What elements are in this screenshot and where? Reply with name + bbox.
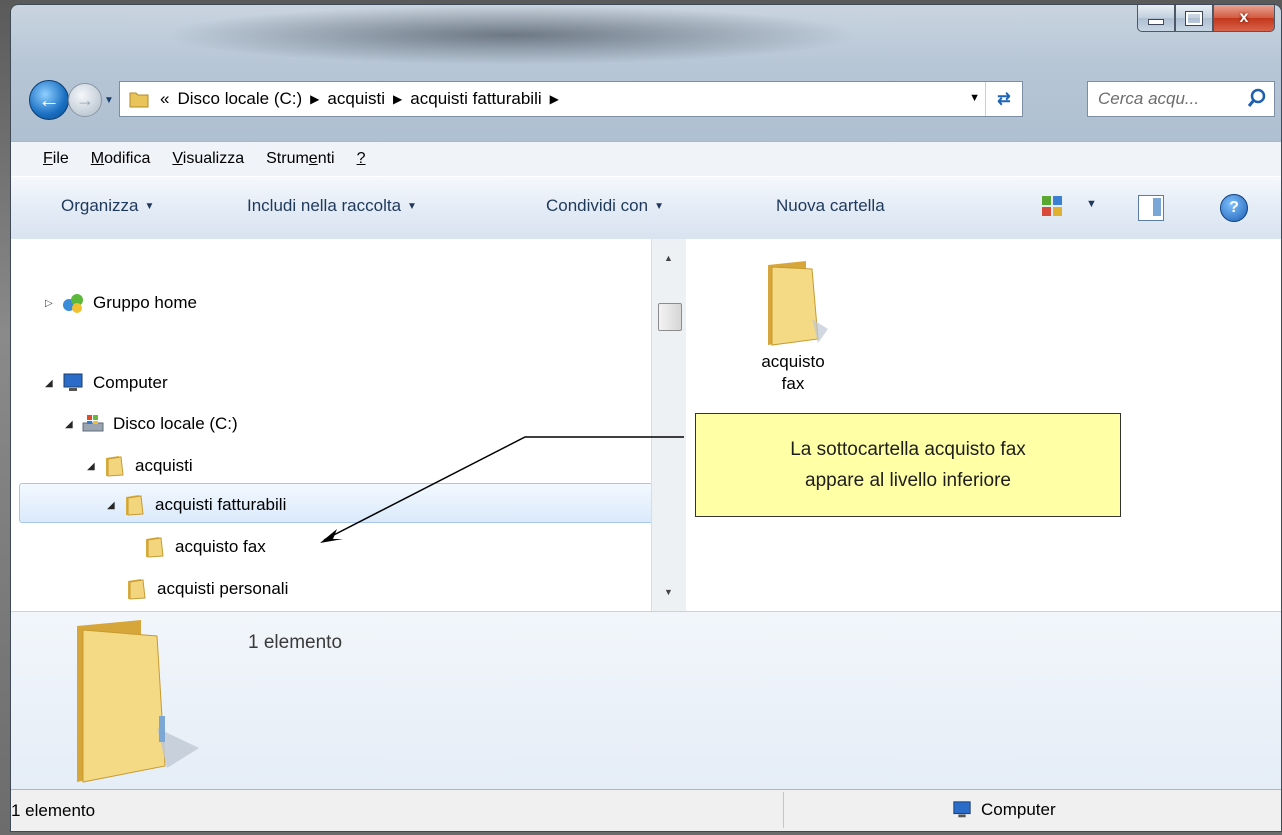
collapse-arrow-icon[interactable]: ◢	[45, 378, 57, 389]
forward-arrow-icon: →	[76, 90, 94, 110]
folder-icon	[146, 537, 164, 558]
back-arrow-icon: ←	[38, 87, 60, 112]
computer-icon	[953, 801, 971, 818]
breadcrumb-acquisti-fatturabili[interactable]: acquisti fatturabili	[410, 89, 541, 109]
tree-item-disco-locale[interactable]: ◢ Disco locale (C:)	[65, 413, 238, 435]
menu-modifica[interactable]: Modifica	[91, 150, 151, 168]
breadcrumb-acquisti[interactable]: acquisti	[327, 89, 385, 109]
navigation-bar: ← → ▼ « Disco locale (C:) ▶ acquisti ▶ a…	[11, 75, 1281, 125]
dropdown-icon: ▼	[144, 201, 155, 212]
help-icon[interactable]: ?	[1220, 194, 1248, 222]
status-divider	[783, 792, 784, 828]
scrollbar-thumb[interactable]	[658, 303, 682, 331]
overflow-chevron[interactable]: «	[160, 89, 169, 109]
tree-item-label: acquisto fax	[175, 537, 266, 556]
address-dropdown-icon[interactable]: ▼	[969, 92, 980, 104]
file-item-acquisto-fax[interactable]: acquisto fax	[738, 259, 848, 395]
nuova-cartella-button[interactable]: Nuova cartella	[776, 196, 885, 216]
back-button[interactable]: ←	[29, 80, 69, 120]
close-button[interactable]: x	[1213, 5, 1275, 32]
window-caption-buttons: x	[1137, 5, 1275, 32]
organizza-button[interactable]: Organizza ▼	[61, 196, 154, 216]
folder-icon	[128, 579, 146, 600]
file-item-label-line2: fax	[781, 374, 805, 393]
status-location-label: Computer	[981, 800, 1056, 819]
large-folder-icon	[77, 620, 199, 783]
dropdown-icon: ▼	[654, 201, 664, 212]
homegroup-icon	[63, 294, 83, 313]
breadcrumb: Disco locale (C:) ▶ acquisti ▶ acquisti …	[177, 89, 566, 109]
explorer-window: x ← → ▼ « Disco locale (C:) ▶ acquisti ▶…	[10, 4, 1282, 832]
minimize-button[interactable]	[1137, 5, 1175, 32]
tree-item-label: acquisti fatturabili	[155, 495, 287, 514]
address-bar[interactable]: « Disco locale (C:) ▶ acquisti ▶ acquist…	[119, 81, 1023, 117]
maximize-icon	[1185, 10, 1203, 26]
details-item-count: 1 elemento	[248, 632, 343, 653]
file-item-label-line1: acquisto	[761, 352, 825, 371]
search-icon[interactable]	[1246, 87, 1268, 109]
tree-item-acquisto-fax[interactable]: acquisto fax	[139, 535, 266, 559]
tree-item-acquisti-fatturabili[interactable]: ◢ acquisti fatturabili	[107, 493, 286, 517]
collapse-arrow-icon[interactable]: ◢	[87, 461, 99, 472]
refresh-icon: ⇄	[997, 91, 1011, 108]
navigation-scrollbar[interactable]: ▲ ▼	[651, 239, 686, 611]
annotation-callout: La sottocartella acquisto fax appare al …	[695, 413, 1121, 517]
tree-item-label: Gruppo home	[93, 293, 197, 312]
collapse-arrow-icon[interactable]: ◢	[65, 419, 77, 430]
callout-line2: appare al livello inferiore	[805, 470, 1011, 491]
condividi-con-button[interactable]: Condividi con ▼	[546, 196, 664, 216]
command-bar: Organizza ▼ Includi nella raccolta ▼ Condi…	[11, 176, 1281, 240]
collapse-arrow-icon[interactable]: ◢	[107, 500, 119, 511]
tree-item-computer[interactable]: ◢ Computer	[45, 372, 168, 394]
menu-strumenti[interactable]: Strumenti	[266, 150, 334, 168]
refresh-button[interactable]: ⇄	[985, 82, 1022, 116]
navigation-pane: ▷ Gruppo home ◢ Computer ◢ Disco locale …	[11, 239, 653, 611]
change-view-icon[interactable]	[1041, 195, 1063, 217]
breadcrumb-separator-icon[interactable]: ▶	[393, 92, 402, 106]
tree-item-label: Disco locale (C:)	[113, 414, 238, 433]
tree-item-gruppo-home[interactable]: ▷ Gruppo home	[45, 291, 197, 315]
folder-icon	[126, 495, 144, 516]
search-box[interactable]	[1087, 81, 1275, 117]
status-bar: 1 elemento Computer	[11, 789, 1281, 831]
breadcrumb-disco-locale[interactable]: Disco locale (C:)	[177, 89, 302, 109]
tree-item-label: acquisti	[135, 456, 193, 475]
scroll-up-icon[interactable]: ▲	[664, 253, 673, 263]
status-item-count: 1 elemento	[11, 801, 96, 820]
menu-file[interactable]: File	[43, 150, 69, 168]
search-input[interactable]	[1096, 88, 1250, 110]
menu-help[interactable]: ?	[357, 150, 366, 168]
forward-button[interactable]: →	[68, 83, 102, 117]
view-dropdown-icon[interactable]: ▼	[1086, 198, 1097, 210]
tree-item-label: Computer	[93, 373, 168, 392]
dropdown-icon: ▼	[407, 201, 417, 212]
breadcrumb-separator-icon[interactable]: ▶	[550, 92, 559, 106]
includi-nella-raccolta-button[interactable]: Includi nella raccolta ▼	[247, 196, 417, 216]
tree-item-acquisti-personali[interactable]: acquisti personali	[121, 577, 288, 601]
close-icon: x	[1239, 9, 1249, 26]
breadcrumb-separator-icon[interactable]: ▶	[310, 92, 319, 106]
maximize-button[interactable]	[1175, 5, 1213, 32]
callout-line1: La sottocartella acquisto fax	[790, 438, 1026, 460]
menu-bar: File Modifica Visualizza Strumenti ?	[11, 141, 1281, 176]
computer-icon	[63, 373, 83, 391]
details-pane: 1 elemento	[11, 611, 1281, 790]
minimize-icon	[1148, 19, 1164, 25]
folder-icon	[106, 456, 124, 477]
folder-icon	[129, 92, 149, 108]
tree-item-acquisti[interactable]: ◢ acquisti	[87, 454, 193, 478]
recent-pages-dropdown[interactable]: ▼	[104, 95, 114, 106]
menu-visualizza[interactable]: Visualizza	[172, 150, 244, 168]
drive-icon	[82, 415, 104, 432]
scroll-down-icon[interactable]: ▼	[664, 587, 673, 597]
tree-item-label: acquisti personali	[157, 579, 289, 598]
folder-icon	[768, 261, 828, 346]
status-location: Computer	[951, 800, 1056, 820]
preview-pane-icon[interactable]	[1138, 195, 1164, 221]
expand-arrow-icon[interactable]: ▷	[45, 298, 57, 309]
